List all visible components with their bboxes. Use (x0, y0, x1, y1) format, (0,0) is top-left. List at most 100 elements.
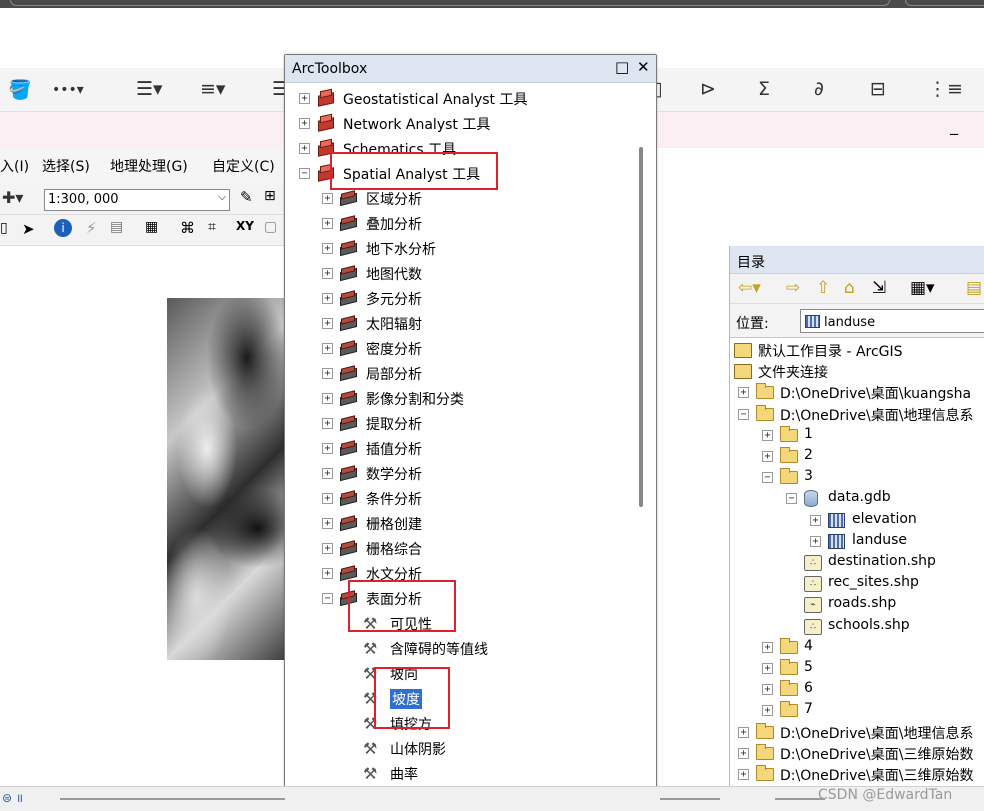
chevron-down-icon[interactable]: ⌵ (218, 192, 226, 203)
expand-icon[interactable]: + (299, 118, 310, 129)
html-popup-icon[interactable]: ▤ (110, 219, 123, 235)
layout-view-icons[interactable]: ⊜ ॥ (2, 789, 23, 806)
up-level-icon[interactable]: ⇧ (816, 278, 830, 298)
route-icon[interactable]: ⌗ (208, 219, 216, 235)
back-arrow-icon[interactable]: ⇦▾ (738, 278, 761, 298)
toolset-item[interactable]: + 叠加分析 (285, 212, 635, 236)
top-right-control[interactable] (905, 0, 984, 6)
toolset-item[interactable]: + 插值分析 (285, 437, 635, 461)
expand-icon[interactable]: + (322, 243, 333, 254)
location-input[interactable]: landuse (800, 309, 984, 333)
toolset-item[interactable]: + 提取分析 (285, 412, 635, 436)
expand-icon[interactable]: + (810, 535, 821, 547)
menu-customize[interactable]: 自定义(C) (212, 156, 275, 176)
catalog-item[interactable]: + landuse (730, 531, 984, 552)
tool-item[interactable]: ⚒ 坡度 (285, 687, 635, 711)
home-icon[interactable]: ⌂ (844, 278, 855, 298)
expand-icon[interactable]: + (322, 393, 333, 404)
toolset-item[interactable]: + 栅格创建 (285, 512, 635, 536)
identify-icon[interactable]: i (54, 219, 72, 237)
catalog-title-bar[interactable]: 目录 (730, 246, 984, 274)
toolbox-item[interactable]: + Network Analyst 工具 (285, 112, 635, 136)
tool-item[interactable]: ⚒ 曲率 (285, 762, 635, 786)
expand-icon[interactable]: + (322, 443, 333, 454)
connect-folder-icon[interactable]: ⇲ (872, 278, 886, 298)
catalog-item[interactable]: +4 (730, 637, 984, 658)
expand-icon[interactable]: + (762, 451, 773, 462)
expand-icon[interactable]: + (322, 543, 333, 554)
find-icon[interactable]: ⌘ (180, 219, 195, 237)
expand-icon[interactable]: + (322, 493, 333, 504)
expand-icon[interactable]: + (299, 143, 310, 154)
select-pointer-icon[interactable]: ➤ (22, 220, 35, 238)
vertical-scrollbar[interactable] (639, 147, 643, 507)
tool-item[interactable]: ⚒ 可见性 (285, 612, 635, 636)
toolset-item[interactable]: + 条件分析 (285, 487, 635, 511)
more-options-icon[interactable]: •••▾ (52, 82, 84, 98)
expand-icon[interactable]: + (810, 514, 821, 526)
catalog-item[interactable]: −3 (730, 467, 984, 488)
table-window-icon[interactable]: ⊞ (264, 188, 276, 204)
tool-item[interactable]: ⚒ 山体阴影 (285, 737, 635, 761)
catalog-item[interactable]: ⌁ roads.shp (730, 594, 984, 615)
catalog-item[interactable]: + D:\OneDrive\桌面\三维原始数 (730, 764, 984, 785)
catalog-item[interactable]: +7 (730, 700, 984, 721)
catalog-item[interactable]: +6 (730, 679, 984, 700)
map-scale-input[interactable]: 1:300, 000 ⌵ (44, 189, 230, 211)
toolset-item[interactable]: + 影像分割和分类 (285, 387, 635, 411)
toolset-item[interactable]: + 密度分析 (285, 337, 635, 361)
expand-icon[interactable]: + (762, 641, 773, 653)
measure-icon[interactable]: ▦ (145, 219, 158, 235)
expand-icon[interactable]: + (322, 418, 333, 429)
catalog-item[interactable]: − data.gdb (730, 488, 984, 509)
toolset-item[interactable]: + 地图代数 (285, 262, 635, 286)
catalog-item[interactable]: − D:\OneDrive\桌面\地理信息系 (730, 404, 984, 425)
expand-icon[interactable]: + (762, 663, 773, 674)
expand-icon[interactable]: + (322, 368, 333, 379)
expand-icon[interactable]: + (322, 268, 333, 279)
collapse-icon[interactable]: − (322, 593, 333, 604)
catalog-item[interactable]: ∴ schools.shp (730, 616, 984, 637)
close-icon[interactable]: ✕ (637, 58, 650, 76)
catalog-item[interactable]: +2 (730, 446, 984, 467)
expand-icon[interactable]: + (762, 705, 773, 717)
toolset-item[interactable]: + 栅格综合 (285, 537, 635, 561)
toolset-item[interactable]: + 太阳辐射 (285, 312, 635, 336)
catalog-item[interactable]: +5 (730, 658, 984, 679)
view-options-icon[interactable]: ▦▾ (910, 278, 935, 298)
go-to-xy-icon[interactable]: XY (236, 219, 254, 233)
expand-icon[interactable]: + (738, 726, 749, 738)
collapse-icon[interactable]: − (762, 472, 773, 484)
expand-icon[interactable]: + (322, 318, 333, 329)
forward-arrow-icon[interactable]: ⇨ (786, 278, 800, 298)
hyperlink-icon[interactable]: ⚡ (86, 219, 97, 237)
time-slider-icon[interactable]: ▢ (264, 219, 277, 235)
expand-icon[interactable]: + (762, 684, 773, 696)
toolset-item[interactable]: − 表面分析 (285, 587, 635, 611)
toolset-item[interactable]: + 局部分析 (285, 362, 635, 386)
catalog-item[interactable]: + D:\OneDrive\桌面\三维原始数 (730, 743, 984, 764)
menu-geoprocessing[interactable]: 地理处理(G) (110, 156, 188, 176)
expand-icon[interactable]: + (738, 387, 749, 399)
paint-bucket-icon[interactable]: 🪣 (8, 78, 32, 101)
expand-icon[interactable]: + (322, 293, 333, 304)
toolbox-horizontal-scrollbar[interactable] (660, 798, 720, 800)
catalog-item[interactable]: + elevation (730, 510, 984, 531)
tool-item[interactable]: ⚒ 含障碍的等值线 (285, 637, 635, 661)
table-icon[interactable]: ⊟ (870, 78, 886, 100)
expand-icon[interactable]: + (322, 193, 333, 204)
expand-icon[interactable]: + (322, 568, 333, 579)
tool-item[interactable]: ⚒ 填挖方 (285, 712, 635, 736)
menu-insert[interactable]: 入(I) (0, 156, 29, 176)
expand-icon[interactable]: + (738, 747, 749, 759)
play-icon[interactable]: ⊳ (700, 78, 716, 100)
bullet-list-icon[interactable]: ☰▾ (136, 78, 163, 100)
align-icon[interactable]: ≡▾ (200, 78, 225, 100)
arctoolbox-title-bar[interactable]: ArcToolbox □ ✕ (285, 55, 656, 83)
pan-icon[interactable]: ▯ (0, 220, 8, 236)
toolset-item[interactable]: + 区域分析 (285, 187, 635, 211)
catalog-item[interactable]: + D:\OneDrive\桌面\kuangsha (730, 382, 984, 403)
expand-icon[interactable]: + (322, 343, 333, 354)
toolset-item[interactable]: + 数学分析 (285, 462, 635, 486)
toolset-item[interactable]: + 水文分析 (285, 562, 635, 586)
